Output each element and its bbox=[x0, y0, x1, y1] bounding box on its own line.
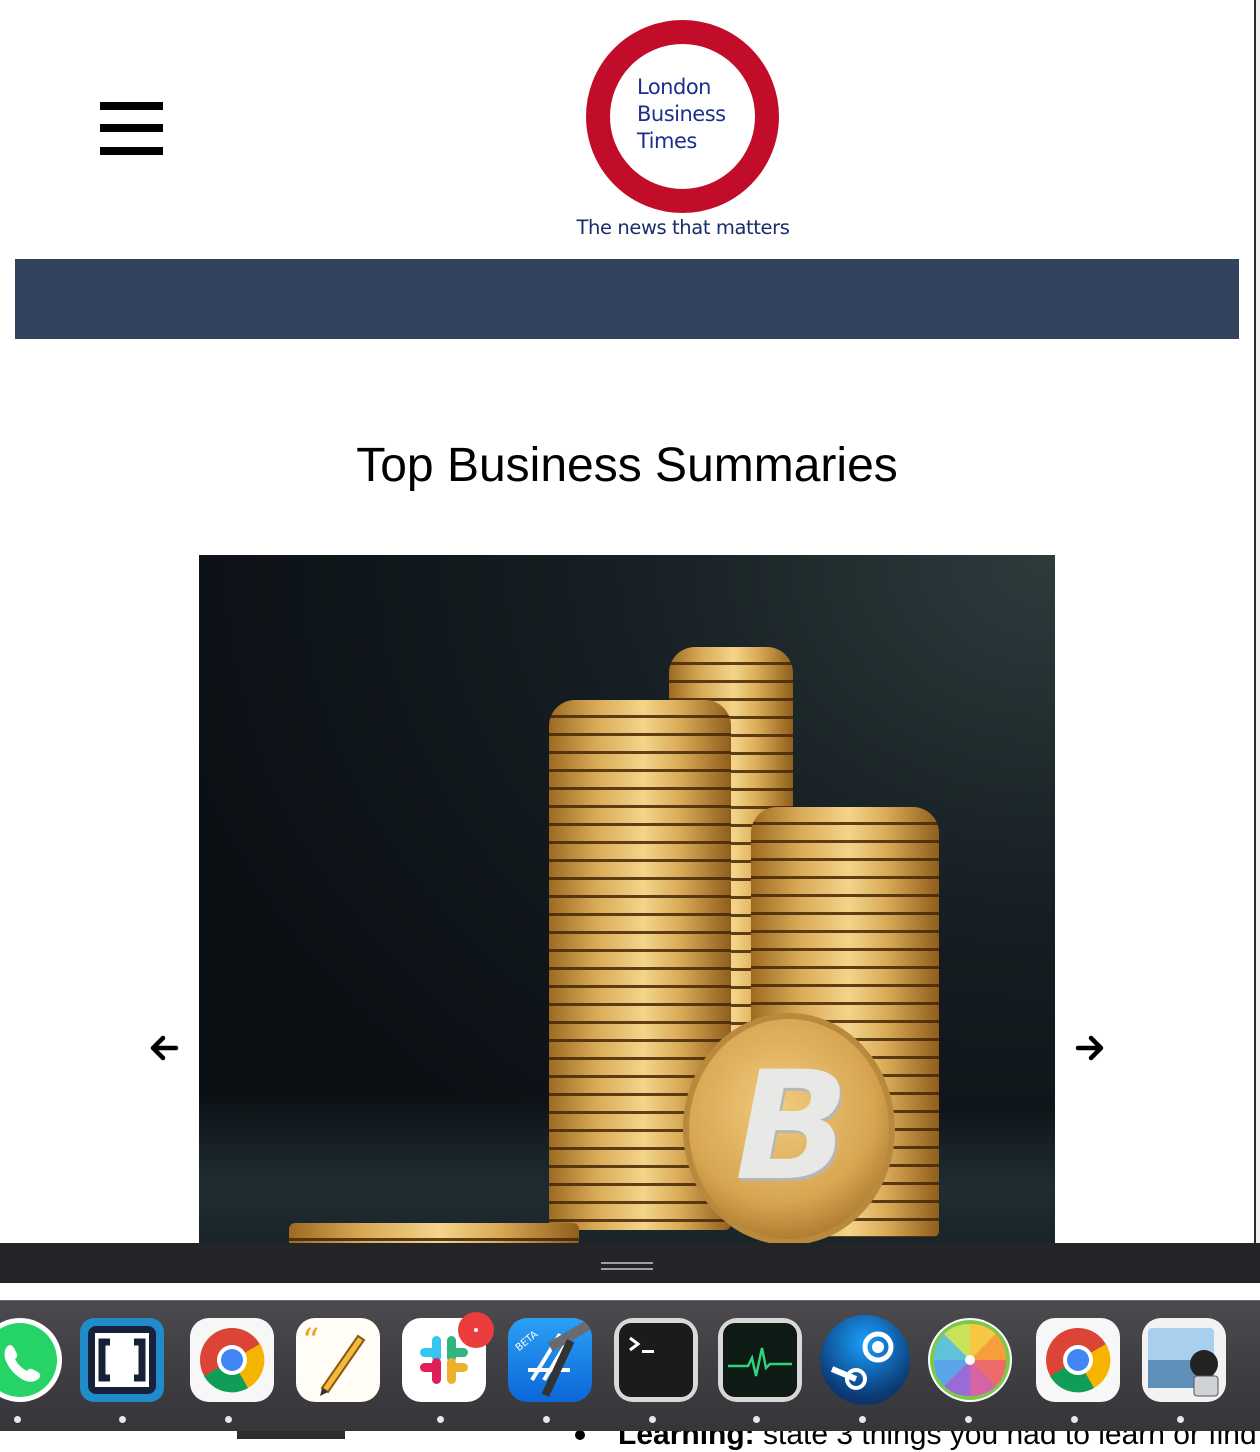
site-logo[interactable]: London Business Times The news that matt… bbox=[560, 14, 806, 246]
terminal-icon[interactable] bbox=[614, 1318, 698, 1402]
logo-line-london: London bbox=[637, 75, 711, 99]
running-indicator bbox=[753, 1416, 760, 1423]
running-indicator bbox=[1177, 1416, 1184, 1423]
bitcoin-symbol-icon: B bbox=[735, 1040, 850, 1214]
photos-wheel-icon[interactable] bbox=[928, 1318, 1012, 1402]
notification-badge bbox=[458, 1312, 494, 1348]
chrome-icon[interactable] bbox=[1036, 1318, 1120, 1402]
navigation-bar bbox=[15, 259, 1239, 339]
partial-image bbox=[237, 1430, 345, 1439]
section-title: Top Business Summaries bbox=[356, 439, 898, 492]
running-indicator bbox=[225, 1416, 232, 1423]
brackets-icon[interactable] bbox=[80, 1318, 164, 1402]
running-indicator bbox=[1071, 1416, 1078, 1423]
pages-icon[interactable]: “ bbox=[296, 1318, 380, 1402]
activity-monitor-icon[interactable] bbox=[718, 1318, 802, 1402]
running-indicator bbox=[437, 1416, 444, 1423]
logo-line-business: Business bbox=[637, 102, 726, 126]
drag-handle-icon[interactable] bbox=[601, 1262, 653, 1270]
logo-tagline: The news that matters bbox=[576, 216, 790, 239]
coin-pile-base bbox=[289, 1223, 579, 1243]
running-indicator bbox=[965, 1416, 972, 1423]
preview-icon[interactable] bbox=[1142, 1318, 1226, 1402]
arrow-left-icon[interactable] bbox=[149, 1033, 179, 1063]
svg-text:BETA: BETA bbox=[514, 1329, 541, 1354]
svg-text:“: “ bbox=[302, 1321, 319, 1361]
hamburger-menu-icon[interactable] bbox=[100, 102, 163, 155]
running-indicator bbox=[649, 1416, 656, 1423]
running-indicator bbox=[543, 1416, 550, 1423]
chrome-icon[interactable] bbox=[190, 1318, 274, 1402]
steam-icon[interactable] bbox=[820, 1315, 910, 1405]
running-indicator bbox=[14, 1416, 21, 1423]
window-scroll-edge bbox=[1254, 0, 1260, 1243]
bitcoin-coin: B bbox=[683, 1013, 895, 1243]
carousel-slide-image: B bbox=[199, 555, 1055, 1243]
running-indicator bbox=[859, 1416, 866, 1423]
xcode-beta-icon[interactable]: BETA bbox=[508, 1318, 592, 1402]
running-indicator bbox=[119, 1416, 126, 1423]
logo-line-times: Times bbox=[637, 129, 697, 153]
logo-wordmark: London Business Times bbox=[637, 74, 747, 155]
arrow-right-icon[interactable] bbox=[1075, 1033, 1105, 1063]
